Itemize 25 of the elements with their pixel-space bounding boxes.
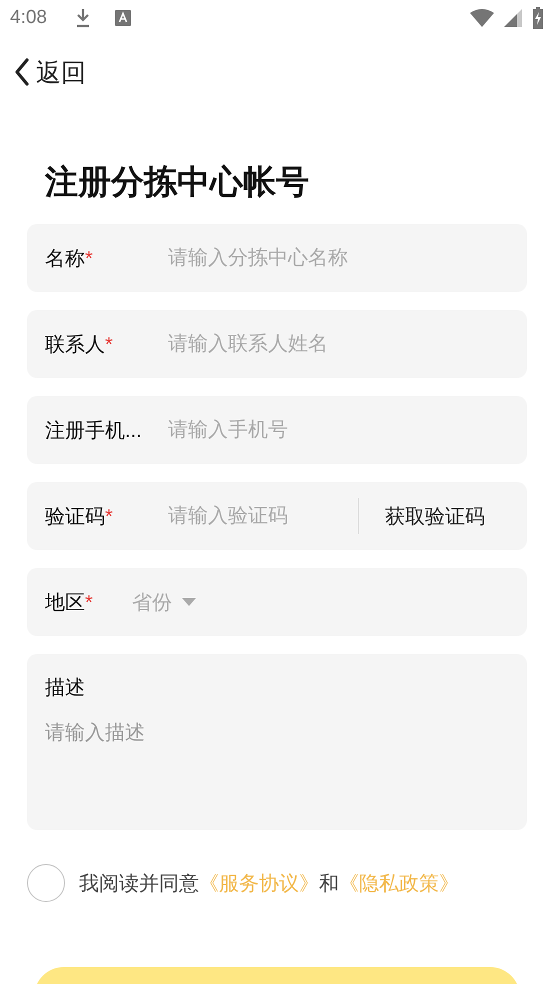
field-label: 联系人* [45,332,114,358]
status-time: 4:08 [10,7,47,29]
description-field[interactable]: 请输入描述 [45,719,509,812]
agreement-text: 我阅读并同意《服务协议》和《隐私政策》 [79,872,459,896]
input-field[interactable]: 请输入联系人姓名 [168,332,509,356]
agree-checkbox[interactable] [27,864,65,902]
caret-down-icon [182,598,196,606]
field-label: 验证码* [45,504,114,530]
battery-icon [532,7,544,29]
back-button[interactable]: 返回 [14,56,86,88]
description-box[interactable]: 描述 请输入描述 [27,654,527,830]
get-code-button[interactable]: 获取验证码 [385,502,485,530]
wifi-icon [470,9,494,27]
field-label: 注册手机... [45,418,143,444]
font-icon [114,10,131,26]
input-field[interactable]: 请输入验证码 [168,504,348,528]
field-label: 名称* [45,246,94,272]
input-field[interactable]: 请输入分拣中心名称 [168,246,509,270]
signal-icon [504,9,522,27]
page-title: 注册分拣中心帐号 [45,162,310,202]
field-label: 地区* [45,590,94,616]
download-icon [74,8,91,28]
field-label: 描述 [45,676,86,701]
chevron-left-icon [14,57,30,87]
input-field[interactable]: 请输入手机号 [168,418,509,442]
